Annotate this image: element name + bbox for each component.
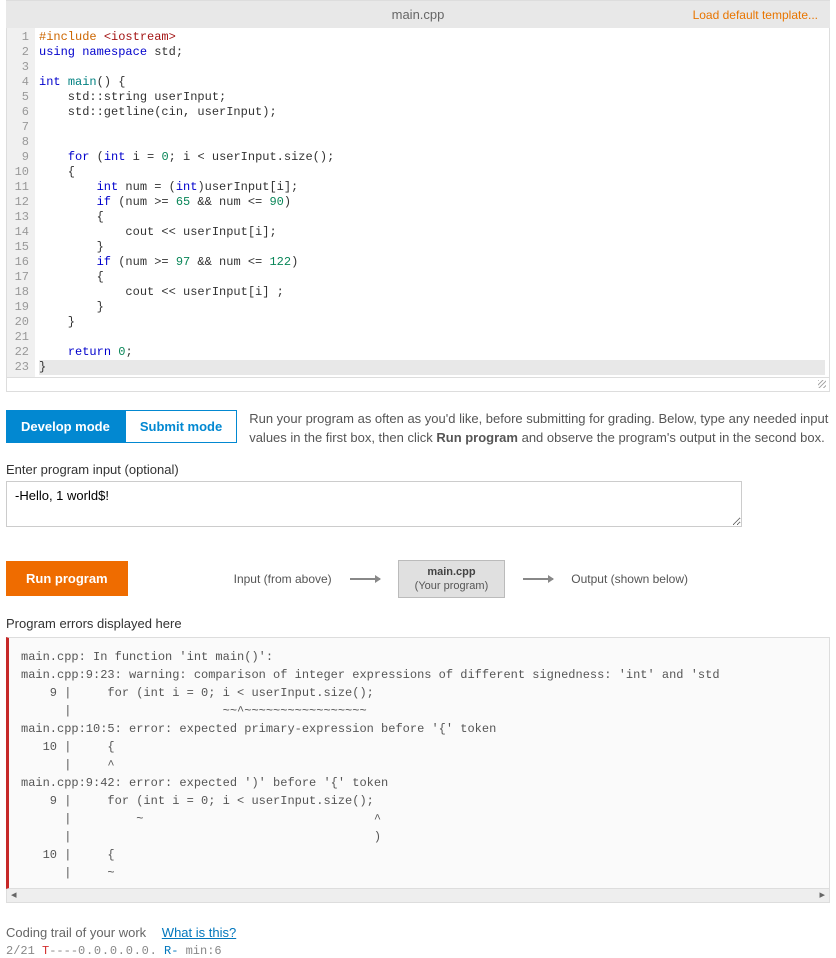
code-content[interactable]: #include <iostream>using namespace std; …	[35, 28, 829, 377]
file-header: main.cpp Load default template...	[6, 0, 830, 28]
file-title: main.cpp	[392, 7, 445, 22]
run-program-button[interactable]: Run program	[6, 561, 128, 596]
arrow-icon	[523, 578, 553, 580]
submit-mode-button[interactable]: Submit mode	[125, 410, 237, 443]
editor-resize-handle[interactable]	[6, 378, 830, 392]
mode-row: Develop mode Submit mode Run your progra…	[6, 410, 830, 448]
coding-trail-row: Coding trail of your work What is this?	[6, 925, 830, 940]
flow-input-label: Input (from above)	[234, 572, 332, 586]
error-output: main.cpp: In function 'int main()': main…	[6, 637, 830, 889]
coding-trail-data: 2/21 T----0 . 0 . 0 . 0 . 0 . R- min:6	[6, 944, 830, 958]
run-row: Run program Input (from above) main.cpp …	[6, 560, 830, 599]
program-input-textarea[interactable]	[6, 481, 742, 527]
arrow-icon	[350, 578, 380, 580]
mode-description: Run your program as often as you'd like,…	[249, 410, 830, 448]
program-box: main.cpp (Your program)	[398, 560, 506, 599]
code-editor[interactable]: 1234567891011121314151617181920212223 #i…	[6, 28, 830, 378]
load-default-template-link[interactable]: Load default template...	[693, 8, 818, 22]
coding-trail-label: Coding trail of your work	[6, 925, 146, 940]
mode-buttons: Develop mode Submit mode	[6, 410, 237, 443]
horizontal-scrollbar[interactable]	[6, 889, 830, 903]
flow-output-label: Output (shown below)	[571, 572, 688, 586]
line-number-gutter: 1234567891011121314151617181920212223	[7, 28, 35, 377]
develop-mode-button[interactable]: Develop mode	[6, 410, 125, 443]
program-input-label: Enter program input (optional)	[6, 462, 830, 477]
errors-label: Program errors displayed here	[6, 616, 830, 631]
what-is-this-link[interactable]: What is this?	[162, 925, 236, 940]
